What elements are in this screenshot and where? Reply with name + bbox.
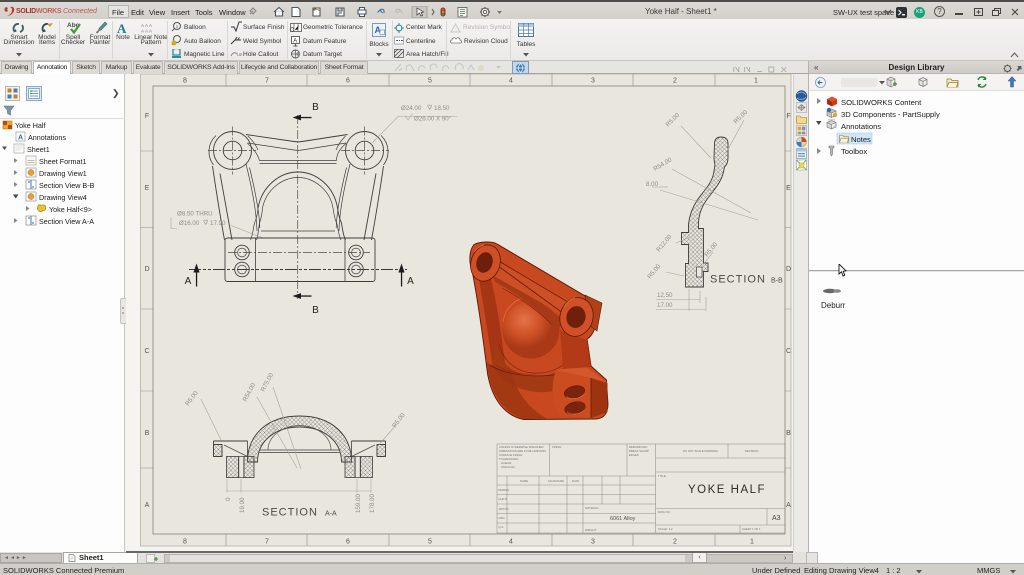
svg-text:Section View A-A: Section View A-A xyxy=(39,217,94,226)
svg-text:B: B xyxy=(145,430,150,437)
svg-text:8: 8 xyxy=(183,539,187,546)
svg-text:A: A xyxy=(18,135,23,142)
svg-text:YOKE HALF: YOKE HALF xyxy=(688,484,766,496)
svg-text:MATERIAL:: MATERIAL: xyxy=(585,506,600,510)
svg-text:A3: A3 xyxy=(772,515,781,522)
svg-text:6061 Alloy: 6061 Alloy xyxy=(610,516,636,522)
svg-text:F: F xyxy=(145,113,149,120)
svg-text:A: A xyxy=(185,276,192,287)
svg-text:Annotations: Annotations xyxy=(28,133,66,142)
svg-text:17.00: 17.00 xyxy=(657,302,673,309)
svg-text:F: F xyxy=(786,113,790,120)
svg-text:Drawing View1: Drawing View1 xyxy=(39,169,87,178)
svg-text:12.50: 12.50 xyxy=(657,292,673,299)
svg-text:ANGULAR:: ANGULAR: xyxy=(501,465,516,469)
svg-text:18.50: 18.50 xyxy=(434,105,450,112)
svg-text:5: 5 xyxy=(428,539,432,546)
svg-text:FINISH:: FINISH: xyxy=(552,445,562,449)
svg-text:Ø16.00: Ø16.00 xyxy=(179,220,200,227)
svg-text:REVISION: REVISION xyxy=(745,449,758,453)
svg-text:D: D xyxy=(144,266,149,273)
svg-text:Drawing View4: Drawing View4 xyxy=(39,193,87,202)
svg-text:3D Components - PartSupply: 3D Components - PartSupply xyxy=(841,110,940,119)
svg-text:8: 8 xyxy=(183,78,187,85)
svg-text:SIGNATURE: SIGNATURE xyxy=(548,479,564,483)
svg-text:Notes: Notes xyxy=(851,135,871,144)
svg-text:6: 6 xyxy=(346,78,350,85)
svg-text:AAA: AAA xyxy=(141,23,153,28)
svg-text:2: 2 xyxy=(673,539,677,546)
svg-text:0: 0 xyxy=(225,497,232,501)
svg-text:7: 7 xyxy=(265,539,269,546)
svg-text:159.00: 159.00 xyxy=(355,494,362,513)
svg-text:Q.A: Q.A xyxy=(499,525,504,529)
svg-text:4: 4 xyxy=(509,78,513,85)
svg-text:B-B: B-B xyxy=(771,278,783,285)
svg-text:Section View B-B: Section View B-B xyxy=(39,181,95,190)
svg-text:MFG: MFG xyxy=(499,516,505,520)
svg-text:A: A xyxy=(407,276,414,287)
svg-text:uø: uø xyxy=(237,52,242,58)
svg-text:Yoke Half<9>: Yoke Half<9> xyxy=(49,205,92,214)
svg-text:APPV'D: APPV'D xyxy=(499,507,509,511)
svg-text:SECTION: SECTION xyxy=(262,507,318,519)
svg-text:E: E xyxy=(145,185,150,192)
svg-text:A: A xyxy=(786,502,791,509)
svg-text:178.00: 178.00 xyxy=(369,494,376,513)
svg-text:Yoke Half: Yoke Half xyxy=(15,121,46,130)
svg-text:3: 3 xyxy=(591,539,595,546)
svg-text:TITLE:: TITLE: xyxy=(658,474,667,478)
svg-text:B: B xyxy=(312,102,319,113)
svg-text:AAA: AAA xyxy=(141,29,153,34)
svg-text:EDGES: EDGES xyxy=(629,453,639,457)
svg-text:NAME: NAME xyxy=(520,479,528,483)
svg-text:Ø8.50 THRU: Ø8.50 THRU xyxy=(177,211,213,218)
svg-text:B: B xyxy=(312,305,319,316)
svg-text:19.00: 19.00 xyxy=(239,497,246,513)
svg-text:1: 1 xyxy=(176,24,179,29)
svg-text:Ø24.00: Ø24.00 xyxy=(401,105,422,112)
svg-text:8.00: 8.00 xyxy=(646,181,659,188)
svg-text:D: D xyxy=(786,266,791,273)
svg-text:B: B xyxy=(786,430,791,437)
svg-text:6: 6 xyxy=(346,539,350,546)
svg-text:3: 3 xyxy=(591,78,595,85)
svg-text:1: 1 xyxy=(750,539,754,546)
svg-text:A: A xyxy=(293,38,297,44)
svg-text:SOLIDWORKS Content: SOLIDWORKS Content xyxy=(841,98,922,107)
svg-text:E: E xyxy=(786,185,791,192)
svg-text:A: A xyxy=(145,502,150,509)
svg-text:7: 7 xyxy=(265,78,269,85)
svg-text:C: C xyxy=(144,348,149,355)
svg-text:4: 4 xyxy=(509,539,513,546)
svg-text:Sheet Format1: Sheet Format1 xyxy=(39,157,87,166)
svg-text:DO NOT SCALE DRAWING: DO NOT SCALE DRAWING xyxy=(683,449,718,453)
svg-text:DWG NO.: DWG NO. xyxy=(658,510,671,514)
svg-text:1: 1 xyxy=(754,78,758,85)
svg-text:SCALE: 1:2: SCALE: 1:2 xyxy=(658,527,673,531)
svg-text:Sheet1: Sheet1 xyxy=(27,145,50,154)
svg-text:SECTION: SECTION xyxy=(710,274,766,286)
svg-text:A-A: A-A xyxy=(325,511,337,518)
svg-text:Ø26.00 X 90°: Ø26.00 X 90° xyxy=(414,116,452,123)
svg-text:DRAWN: DRAWN xyxy=(499,488,509,492)
svg-text:C: C xyxy=(786,348,791,355)
svg-text:2: 2 xyxy=(673,78,677,85)
svg-text:5: 5 xyxy=(428,78,432,85)
svg-text:17.90: 17.90 xyxy=(210,220,226,227)
svg-text:CHK'D: CHK'D xyxy=(499,497,507,501)
svg-text:WEIGHT:: WEIGHT: xyxy=(585,528,597,532)
svg-text:Annotations: Annotations xyxy=(841,122,881,131)
svg-text:DATE: DATE xyxy=(572,479,579,483)
svg-text:SHEET 1 OF 1: SHEET 1 OF 1 xyxy=(742,527,761,531)
svg-text:Toolbox: Toolbox xyxy=(841,147,867,156)
